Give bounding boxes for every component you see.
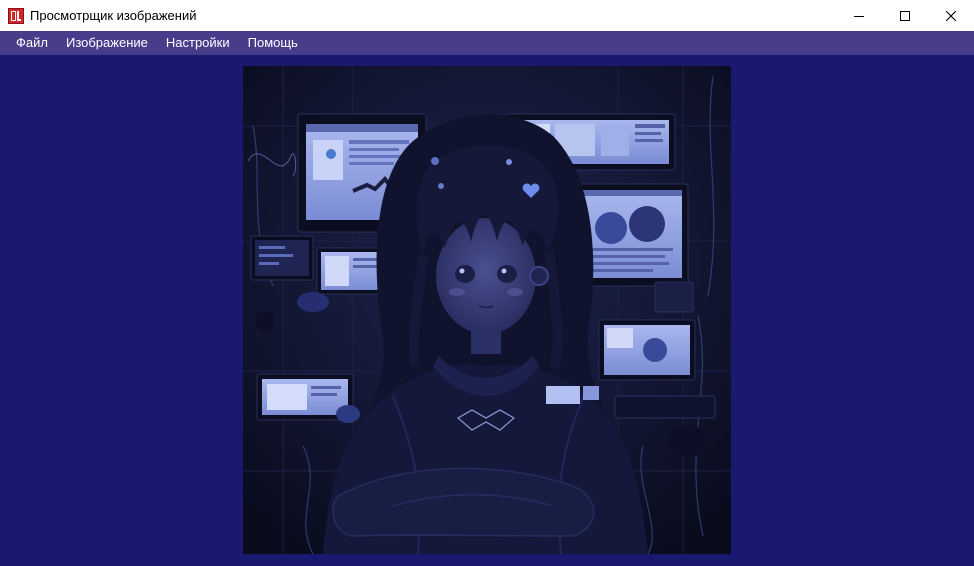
window-controls — [836, 0, 974, 31]
minimize-button[interactable] — [836, 0, 882, 31]
image-viewer-window: Просмотрщик изображений Файл Изображение… — [0, 0, 974, 566]
close-button[interactable] — [928, 0, 974, 31]
minimize-icon — [854, 15, 864, 17]
displayed-image — [243, 66, 731, 554]
menu-file[interactable]: Файл — [7, 31, 57, 55]
menu-help[interactable]: Помощь — [239, 31, 307, 55]
window-title: Просмотрщик изображений — [30, 8, 197, 23]
image-viewport[interactable] — [0, 55, 974, 566]
title-bar[interactable]: Просмотрщик изображений — [0, 0, 974, 31]
anime-girl-monitors-illustration — [243, 66, 731, 554]
close-icon — [946, 10, 956, 21]
maximize-icon — [900, 10, 910, 21]
app-logo-icon — [8, 7, 24, 24]
maximize-button[interactable] — [882, 0, 928, 31]
menu-image[interactable]: Изображение — [57, 31, 157, 55]
menu-bar: Файл Изображение Настройки Помощь — [0, 31, 974, 55]
menu-settings[interactable]: Настройки — [157, 31, 239, 55]
